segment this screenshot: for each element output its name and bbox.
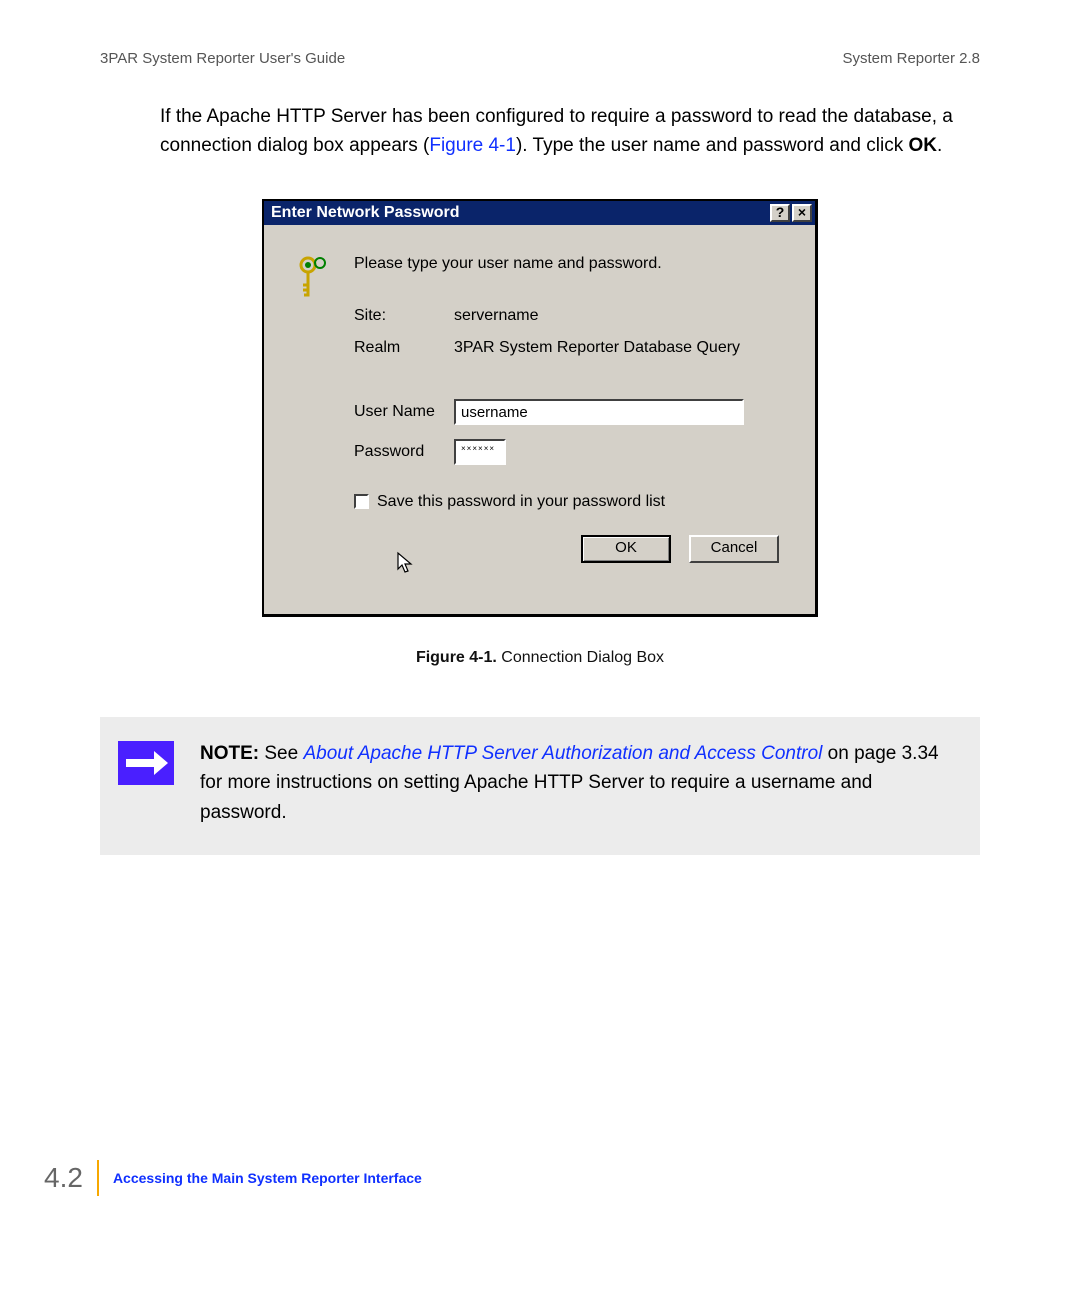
dialog-prompt: Please type your user name and password. — [354, 255, 779, 273]
footer-section-title: Accessing the Main System Reporter Inter… — [113, 1170, 422, 1186]
save-password-label: Save this password in your password list — [377, 493, 665, 511]
username-input[interactable]: username — [454, 399, 744, 425]
figure-caption-text: Connection Dialog Box — [497, 649, 664, 666]
figure-reference-link[interactable]: Figure 4-1 — [429, 135, 516, 156]
password-dialog: Enter Network Password ? × — [262, 199, 818, 617]
note-text: NOTE: See About Apache HTTP Server Autho… — [200, 739, 954, 827]
header-left: 3PAR System Reporter User's Guide — [100, 50, 345, 67]
realm-value: 3PAR System Reporter Database Query — [454, 339, 779, 357]
password-input[interactable]: ×××××× — [454, 439, 506, 465]
note-box: NOTE: See About Apache HTTP Server Autho… — [100, 717, 980, 855]
ok-button[interactable]: OK — [581, 535, 671, 563]
page-footer: 4.2 Accessing the Main System Reporter I… — [44, 1160, 422, 1196]
site-label: Site: — [354, 307, 454, 325]
figure-caption-label: Figure 4-1. — [416, 649, 497, 666]
cancel-button[interactable]: Cancel — [689, 535, 779, 563]
password-label: Password — [354, 443, 454, 461]
site-value: servername — [454, 307, 779, 325]
save-password-checkbox[interactable] — [354, 494, 369, 509]
intro-text-2: ). Type the user name and password and c… — [516, 135, 909, 156]
username-label: User Name — [354, 403, 454, 421]
dialog-titlebar: Enter Network Password ? × — [264, 201, 815, 225]
page-header: 3PAR System Reporter User's Guide System… — [100, 50, 980, 67]
realm-label: Realm — [354, 339, 454, 357]
page-number: 4.2 — [44, 1162, 97, 1194]
note-arrow-icon — [118, 772, 174, 789]
ok-bold-text: OK — [909, 135, 938, 156]
keys-icon — [294, 286, 334, 303]
note-see: See — [259, 743, 303, 764]
intro-text-3: . — [937, 135, 942, 156]
help-button[interactable]: ? — [770, 204, 790, 222]
note-lead: NOTE: — [200, 743, 259, 764]
intro-paragraph: If the Apache HTTP Server has been confi… — [160, 102, 980, 161]
figure-caption: Figure 4-1. Connection Dialog Box — [262, 649, 818, 667]
dialog-title: Enter Network Password — [271, 204, 768, 222]
footer-separator — [97, 1160, 99, 1196]
header-right: System Reporter 2.8 — [842, 50, 980, 67]
note-link[interactable]: About Apache HTTP Server Authorization a… — [303, 743, 822, 764]
cursor-icon — [396, 562, 416, 579]
close-button[interactable]: × — [792, 204, 812, 222]
